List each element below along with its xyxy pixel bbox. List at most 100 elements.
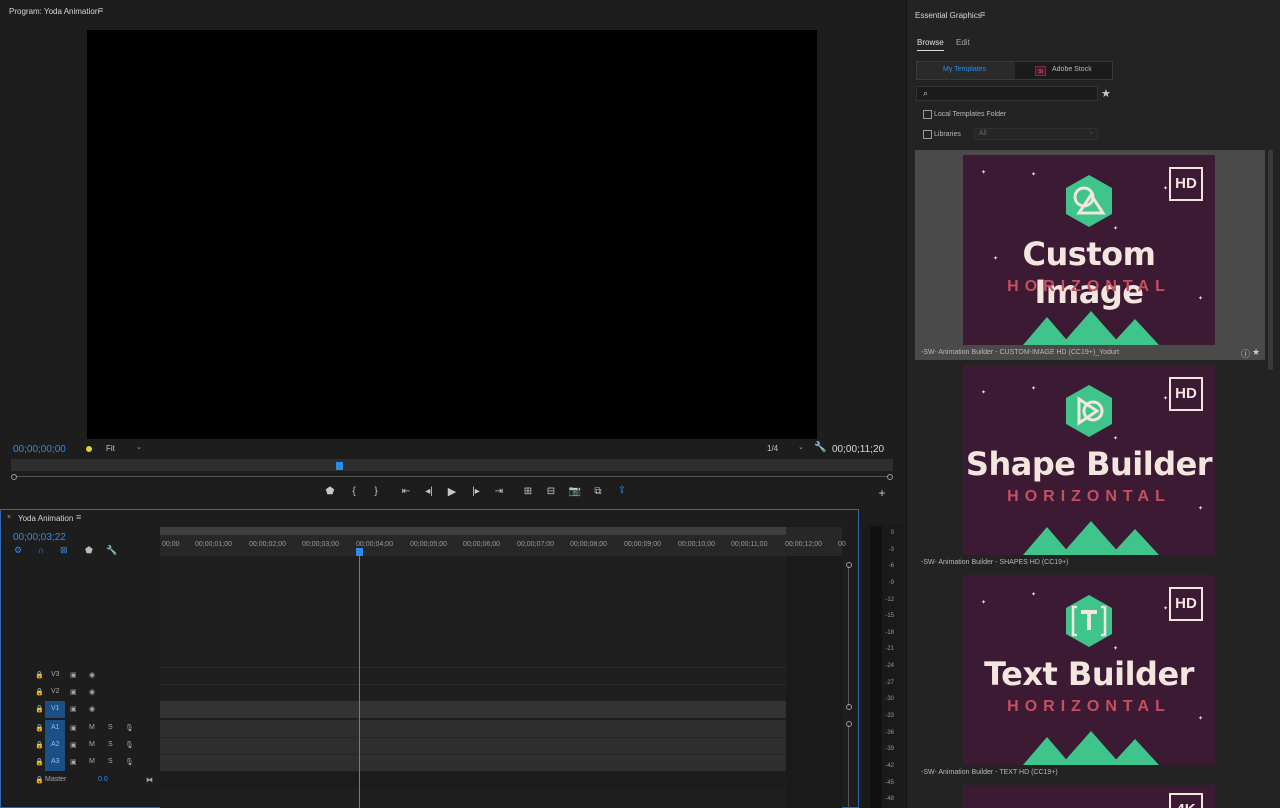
scroll-handle-left[interactable] [11, 474, 17, 480]
sync-icon[interactable]: ▣ [70, 724, 77, 732]
solo-button[interactable]: S [108, 724, 113, 731]
camera-icon[interactable]: 📷 [567, 486, 583, 497]
lock-icon[interactable]: 🔒 [35, 705, 44, 713]
timeline-playhead-handle[interactable] [356, 548, 363, 556]
lock-icon[interactable]: 🔒 [35, 776, 44, 784]
snap-icon[interactable]: ⚙ [14, 545, 22, 556]
eye-icon[interactable]: ◉ [89, 671, 95, 679]
track-label[interactable]: V2 [51, 688, 60, 695]
mark-in-button[interactable]: { [346, 486, 362, 497]
add-button[interactable]: + [874, 486, 890, 500]
step-forward-button[interactable]: |▸ [468, 486, 484, 497]
master-expand-icon[interactable]: ⧓ [146, 776, 153, 784]
scroll-handle-right[interactable] [887, 474, 893, 480]
work-area-bar[interactable] [160, 527, 786, 535]
wrench-icon[interactable]: 🔧 [106, 545, 117, 556]
panel-menu-icon[interactable]: ≡ [980, 9, 985, 19]
play-button[interactable]: ▶ [444, 485, 460, 498]
zoom-select[interactable]: Fit ⌄ [102, 443, 144, 455]
panel-menu-icon[interactable]: ≡ [98, 5, 103, 15]
info-icon[interactable]: ⓘ [1241, 347, 1250, 360]
template-card[interactable]: 4K [915, 785, 1265, 808]
lock-icon[interactable]: 🔒 [35, 741, 44, 749]
track-lane-a3[interactable] [160, 754, 786, 771]
sync-icon[interactable]: ▣ [70, 671, 77, 679]
tab-browse[interactable]: Browse [917, 38, 944, 51]
favorite-star-icon[interactable]: ★ [1252, 347, 1260, 358]
lock-icon[interactable]: 🔒 [35, 688, 44, 696]
timeline-playhead[interactable] [359, 549, 360, 808]
track-label[interactable]: A2 [51, 741, 60, 748]
track-label[interactable]: V1 [51, 705, 60, 712]
libraries-select[interactable]: All ⌄ [974, 128, 1098, 140]
playhead-marker[interactable] [336, 462, 343, 470]
add-marker-button[interactable]: ⬟ [322, 486, 338, 497]
audio-scrollbar[interactable] [846, 721, 852, 808]
timeline-ruler[interactable]: 00;00 00;00;01;00 00;00;02;00 00;00;03;0… [160, 527, 846, 556]
track-lane-v1[interactable] [160, 701, 786, 718]
timeline-timecode[interactable]: 00;00;03;22 [13, 532, 66, 543]
sync-icon[interactable]: ▣ [70, 688, 77, 696]
lock-icon[interactable]: 🔒 [35, 758, 44, 766]
timeline-title[interactable]: Yoda Animation [18, 514, 73, 523]
export-button[interactable]: ⇪ [614, 485, 630, 496]
extract-button[interactable]: ⊟ [543, 486, 559, 497]
go-to-in-button[interactable]: ⇤ [398, 486, 414, 497]
track-lane-a2[interactable] [160, 737, 786, 754]
master-volume-value[interactable]: 0.0 [98, 776, 108, 783]
linked-selection-icon[interactable]: ⊠ [60, 545, 68, 556]
sync-icon[interactable]: ▣ [70, 741, 77, 749]
scrollbar-thumb[interactable] [1268, 150, 1273, 370]
search-input[interactable]: ⌕ [916, 86, 1098, 101]
microphone-icon[interactable]: 🎙 [125, 758, 134, 766]
libraries-checkbox[interactable] [923, 130, 932, 139]
sync-icon[interactable]: ▣ [70, 705, 77, 713]
solo-button[interactable]: S [108, 741, 113, 748]
video-scrollbar[interactable] [846, 562, 852, 710]
template-card[interactable]: ✦ ✦ ✦ ✦ ✦ ✦ HD Custom Image HORIZONTAL -SW-… [915, 150, 1265, 360]
lock-icon[interactable]: 🔒 [35, 724, 44, 732]
template-card[interactable]: ✦ ✦ ✦ ✦ ✦ ✦ HD Shape Builder HORIZONTAL -SW… [915, 365, 1265, 570]
magnet-icon[interactable]: ∩ [38, 545, 44, 555]
eye-icon[interactable]: ◉ [89, 705, 95, 713]
tab-edit[interactable]: Edit [956, 38, 970, 47]
track-lane-v3[interactable] [160, 667, 786, 684]
templates-scrollbar[interactable] [1268, 150, 1273, 808]
track-lane-master[interactable] [160, 772, 786, 789]
mark-out-button[interactable]: } [368, 486, 384, 497]
microphone-icon[interactable]: 🎙 [125, 741, 134, 749]
solo-button[interactable]: S [108, 758, 113, 765]
tab-adobe-stock[interactable]: St Adobe Stock [1015, 62, 1113, 79]
time-ruler-bar[interactable] [11, 459, 893, 471]
essential-graphics-title[interactable]: Essential Graphics [915, 11, 982, 20]
track-lane-a1[interactable] [160, 720, 786, 737]
program-monitor-title[interactable]: Program: Yoda Animation [9, 7, 99, 16]
video-preview[interactable] [87, 30, 817, 439]
mute-button[interactable]: M [89, 758, 95, 765]
star-filter-icon[interactable]: ★ [1101, 87, 1111, 100]
lock-icon[interactable]: 🔒 [35, 671, 44, 679]
go-to-out-button[interactable]: ⇥ [491, 486, 507, 497]
close-icon[interactable]: × [7, 514, 11, 521]
playhead-timecode[interactable]: 00;00;00;00 [13, 444, 66, 455]
wrench-icon[interactable]: 🔧 [814, 442, 826, 453]
mute-button[interactable]: M [89, 724, 95, 731]
eye-icon[interactable]: ◉ [89, 688, 95, 696]
track-label[interactable]: A1 [51, 724, 60, 731]
track-label[interactable]: V3 [51, 671, 60, 678]
add-marker-icon[interactable]: ⬟ [85, 545, 93, 556]
sync-icon[interactable]: ▣ [70, 758, 77, 766]
resolution-select[interactable]: 1/4 ⌄ [764, 443, 806, 455]
microphone-icon[interactable]: 🎙 [125, 724, 134, 732]
template-card[interactable]: ✦ ✦ ✦ ✦ ✦ ✦ HD Text Builder HORIZONTAL -SW-… [915, 575, 1265, 780]
track-lane-v2[interactable] [160, 684, 786, 701]
compare-view-button[interactable]: ⧉ [590, 486, 606, 497]
tab-my-templates[interactable]: My Templates [917, 62, 1015, 79]
track-label[interactable]: A3 [51, 758, 60, 765]
step-back-button[interactable]: ◂| [421, 486, 437, 497]
zoom-scrollbar[interactable] [11, 474, 893, 480]
panel-menu-icon[interactable]: ≡ [76, 512, 81, 522]
local-templates-checkbox[interactable] [923, 110, 932, 119]
lift-button[interactable]: ⊞ [520, 486, 536, 497]
mute-button[interactable]: M [89, 741, 95, 748]
